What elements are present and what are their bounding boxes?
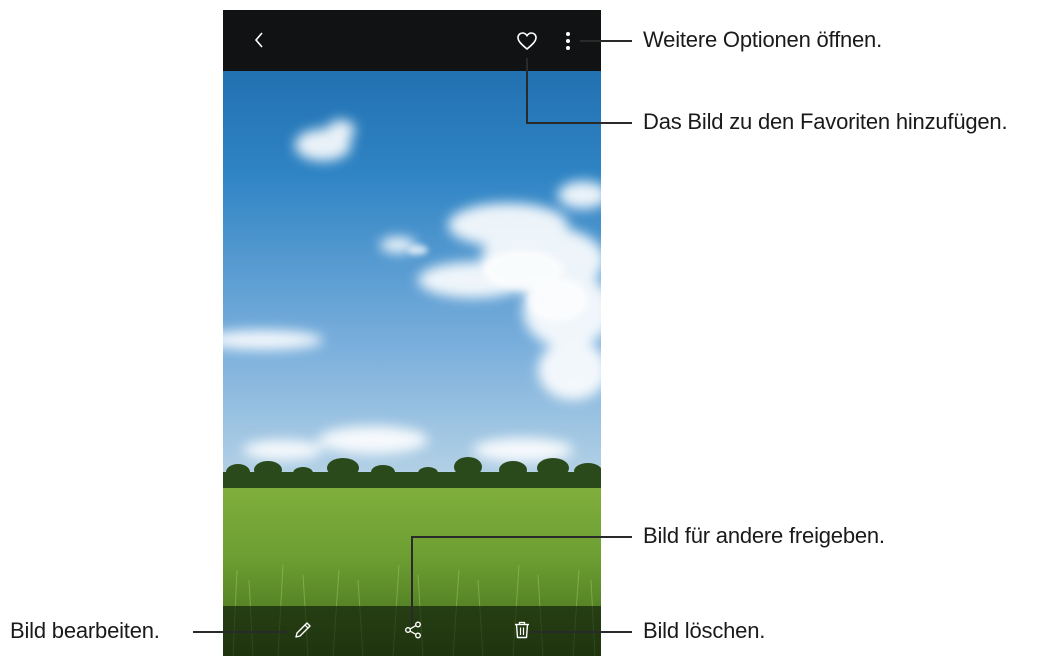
callout-delete: Bild löschen. (643, 618, 766, 643)
back-button[interactable] (245, 26, 273, 54)
chevron-left-icon (254, 32, 263, 48)
heart-outline-icon (517, 32, 537, 51)
edit-button[interactable] (289, 616, 317, 644)
leader-edit (193, 631, 287, 633)
leader-share-vertical (411, 536, 413, 626)
top-toolbar (223, 10, 601, 71)
delete-button[interactable] (508, 616, 536, 644)
more-options-button[interactable] (557, 26, 579, 56)
vertical-dots-icon (566, 32, 570, 50)
callout-add-favorite: Das Bild zu den Favoriten hinzufügen. (643, 109, 1008, 134)
leader-favorite-vertical (526, 58, 528, 124)
leader-favorite-horizontal (526, 122, 632, 124)
callout-edit: Bild bearbeiten. (10, 618, 160, 643)
callout-more-options: Weitere Optionen öffnen. (643, 27, 882, 52)
callout-share: Bild für andere freigeben. (643, 523, 885, 548)
pencil-icon (295, 622, 311, 638)
trash-icon (515, 621, 529, 639)
leader-share-horizontal (411, 536, 632, 538)
leader-more-options (580, 40, 632, 42)
share-icon (405, 621, 421, 639)
leader-delete (530, 631, 632, 633)
favorite-button[interactable] (511, 26, 543, 56)
share-button[interactable] (399, 616, 427, 644)
